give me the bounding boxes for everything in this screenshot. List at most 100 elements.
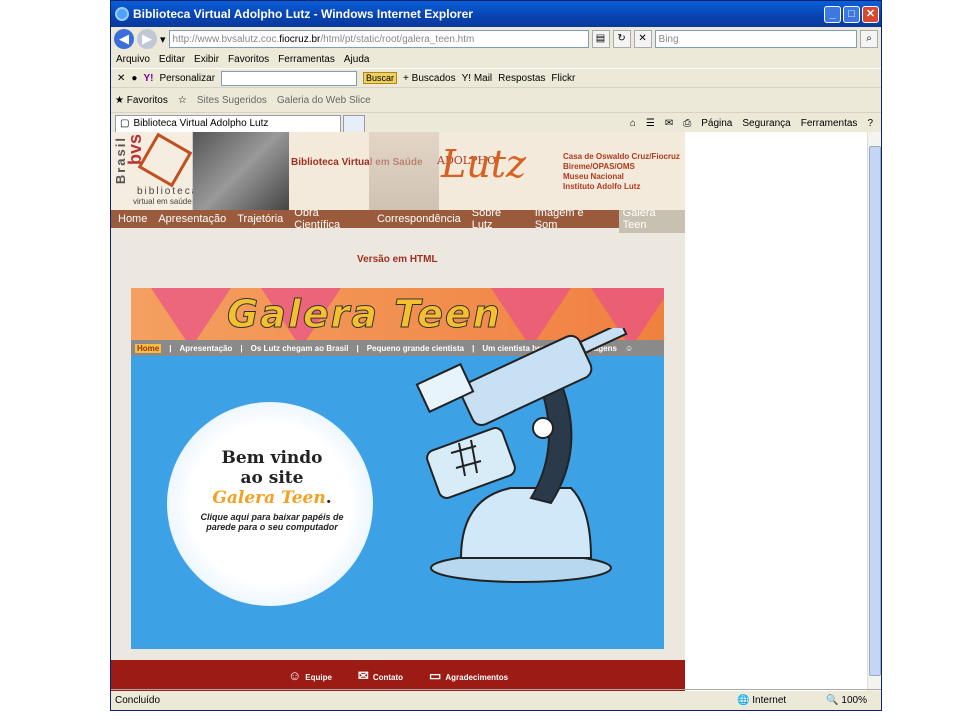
menu-editar[interactable]: Editar <box>159 54 185 65</box>
help-icon[interactable]: ? <box>867 118 873 129</box>
nav-imagem-som[interactable]: Imagem e Som <box>535 207 608 231</box>
site-footer: ☺ Equipe ✉ Contato ▭ Agradecimentos <box>111 660 685 691</box>
yahoo-toolbar: ✕ ● Y! Personalizar Buscar + Buscados Y!… <box>111 68 881 87</box>
footer-contato-label: Contato <box>372 672 404 682</box>
print-icon[interactable]: ⎙ <box>683 118 691 129</box>
respostas-button[interactable]: Respostas <box>498 73 545 84</box>
html-version-link[interactable]: Versão em HTML <box>357 254 438 265</box>
zoom-level[interactable]: 🔍 100% <box>826 695 867 706</box>
tab-label: Biblioteca Virtual Adolpho Lutz <box>133 118 269 129</box>
welcome-text-block[interactable]: Bem vindo ao site Galera Teen. Clique aq… <box>187 448 357 532</box>
footer-contato[interactable]: ✉ Contato <box>358 668 403 684</box>
footer-equipe[interactable]: ☺ Equipe <box>288 668 332 683</box>
address-bar[interactable]: http://www.bvsalutz.coc. fiocruz.br/html/… <box>168 30 589 48</box>
url-path: /html/pt/static/root/galera_teen.htm <box>320 33 475 45</box>
footer-agradecimentos-label: Agradecimentos <box>445 672 509 682</box>
zone-label: Internet <box>752 694 787 706</box>
menu-arquivo[interactable]: Arquivo <box>116 54 150 65</box>
sites-sugeridos-link[interactable]: Sites Sugeridos <box>197 95 267 106</box>
nav-sobre-lutz[interactable]: Sobre Lutz <box>472 207 524 231</box>
menu-bar: Arquivo Editar Exibir Favoritos Ferramen… <box>111 51 881 68</box>
menu-ajuda[interactable]: Ajuda <box>344 54 370 65</box>
flickr-button[interactable]: Flickr <box>551 73 575 84</box>
nav-obra-cientifica[interactable]: Obra Científica <box>294 207 366 231</box>
close-toolbar-icon[interactable]: ✕ <box>117 73 125 84</box>
microscope-illustration <box>415 328 628 583</box>
nav-home[interactable]: Home <box>118 213 147 225</box>
refresh-icon[interactable]: ↻ <box>612 30 631 48</box>
tab-row: ▢ Biblioteca Virtual Adolpho Lutz ⌂ ☰ ✉ … <box>111 112 881 134</box>
welcome-line-3: Galera Teen <box>212 488 326 508</box>
partner-museu[interactable]: Museu Nacional <box>563 172 680 182</box>
buscados-button[interactable]: + Buscados <box>403 73 456 84</box>
footer-equipe-label: Equipe <box>305 673 332 682</box>
feeds-icon[interactable]: ☰ <box>646 118 655 129</box>
stop-icon[interactable]: ✕ <box>633 30 652 48</box>
zoom-label: 100% <box>841 694 867 706</box>
seguranca-menu[interactable]: Segurança <box>742 118 790 129</box>
banner-ray <box>151 288 231 340</box>
partners-list: Casa de Oswaldo Cruz/Fiocruz Bireme/OPAS… <box>563 152 680 192</box>
main-nav: Home Apresentação Trajetória Obra Cientí… <box>111 205 685 233</box>
minimize-button[interactable]: _ <box>824 5 841 23</box>
internet-zone[interactable]: 🌐 Internet <box>737 695 786 706</box>
favorites-bar: ★ Favoritos ☆ Sites Sugeridos Galeria do… <box>111 87 881 112</box>
address-row: ◀ ▶ ▾ http://www.bvsalutz.coc. fiocruz.br… <box>111 27 881 51</box>
biblioteca-text: biblioteca <box>137 186 200 197</box>
ferramentas-menu[interactable]: Ferramentas <box>801 118 858 129</box>
partner-instituto[interactable]: Instituto Adolfo Lutz <box>563 182 680 192</box>
window-title: Biblioteca Virtual Adolpho Lutz - Window… <box>133 7 473 21</box>
add-favorite-icon[interactable]: ☆ <box>178 95 187 106</box>
wallpaper-download-link[interactable]: Clique aqui para baixar papéis de parede… <box>187 512 357 532</box>
history-dropdown-icon[interactable]: ▾ <box>160 33 166 46</box>
close-button[interactable]: ✕ <box>862 5 879 23</box>
welcome-period: . <box>325 488 332 508</box>
site-header: Brasil bvs biblioteca virtual em saúde B… <box>111 132 685 210</box>
nav-apresentacao[interactable]: Apresentação <box>158 213 226 225</box>
title-bar: Biblioteca Virtual Adolpho Lutz - Window… <box>111 1 881 27</box>
home-icon[interactable]: ⌂ <box>630 118 636 129</box>
menu-exibir[interactable]: Exibir <box>194 54 219 65</box>
vertical-scrollbar[interactable] <box>867 132 881 691</box>
galera-nav-lutz-brasil[interactable]: Os Lutz chegam ao Brasil <box>251 344 349 353</box>
mail-button[interactable]: Y! Mail <box>462 73 493 84</box>
envelope-icon: ✉ <box>357 667 369 683</box>
forward-button[interactable]: ▶ <box>137 29 157 49</box>
nav-correspondencia[interactable]: Correspondência <box>377 213 461 225</box>
pagina-menu[interactable]: Página <box>701 118 732 129</box>
command-bar: ⌂ ☰ ✉ ⎙ Página Segurança Ferramentas ? <box>630 118 881 129</box>
nav-trajetoria[interactable]: Trajetória <box>237 213 283 225</box>
bvs-logo[interactable]: Brasil bvs biblioteca virtual em saúde <box>111 132 197 210</box>
galeria-web-slice-link[interactable]: Galeria do Web Slice <box>277 95 371 106</box>
favoritos-button[interactable]: ★ Favoritos <box>115 95 168 106</box>
galera-nav-apresentacao[interactable]: Apresentação <box>179 344 232 353</box>
buscar-button[interactable]: Buscar <box>363 72 398 84</box>
menu-favoritos[interactable]: Favoritos <box>228 54 269 65</box>
search-icon[interactable]: ⌕ <box>860 30 878 48</box>
scrollbar-thumb[interactable] <box>869 146 881 676</box>
welcome-line-2: ao site <box>240 468 304 488</box>
chrome-icon[interactable]: ● <box>131 73 137 84</box>
back-button[interactable]: ◀ <box>114 29 134 49</box>
menu-ferramentas[interactable]: Ferramentas <box>278 54 335 65</box>
compatibility-icon[interactable]: ▤ <box>591 30 610 48</box>
partner-bireme[interactable]: Bireme/OPAS/OMS <box>563 162 680 172</box>
yahoo-search-input[interactable] <box>221 70 358 86</box>
blank-area <box>685 132 868 691</box>
folder-icon: ▭ <box>429 667 442 683</box>
maximize-button[interactable]: □ <box>843 5 860 23</box>
yahoo-logo-icon[interactable]: Y! <box>143 73 153 84</box>
web-page: Brasil bvs biblioteca virtual em saúde B… <box>111 132 685 691</box>
new-tab-button[interactable] <box>343 114 365 133</box>
url-prefix: http://www.bvsalutz.coc. <box>172 33 280 45</box>
personalizar-button[interactable]: Personalizar <box>159 73 215 84</box>
galera-nav-home[interactable]: Home <box>135 343 162 353</box>
favoritos-label: Favoritos <box>126 94 168 106</box>
search-input[interactable]: Bing <box>654 30 857 48</box>
welcome-line-1: Bem vindo <box>221 448 323 468</box>
page-icon: ▢ <box>120 118 130 129</box>
partner-coc[interactable]: Casa de Oswaldo Cruz/Fiocruz <box>563 152 680 162</box>
mail-icon[interactable]: ✉ <box>665 118 673 129</box>
footer-agradecimentos[interactable]: ▭ Agradecimentos <box>429 668 508 684</box>
tab-biblioteca[interactable]: ▢ Biblioteca Virtual Adolpho Lutz <box>115 114 341 133</box>
